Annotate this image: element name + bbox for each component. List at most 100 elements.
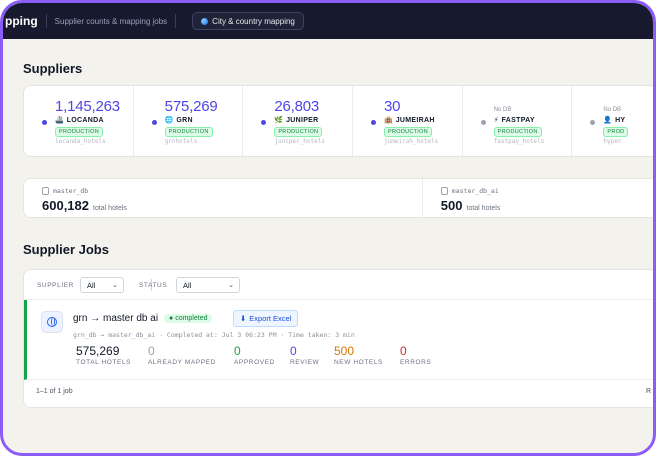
supplier-count: 26,803 — [274, 98, 320, 115]
stat-value: 0 — [290, 344, 297, 358]
supplier-card-grn[interactable]: 575,269 🌐 GRN PRODUCTION grnhotels — [134, 86, 244, 156]
stat-label: REVIEW — [290, 359, 320, 366]
supplier-name: LOCANDA — [66, 117, 104, 124]
suppliers-card: 1,145,263 🚢 LOCANDA PRODUCTION locanda_h… — [23, 85, 653, 157]
supplier-card-juniper[interactable]: 26,803 🌿 JUNIPER PRODUCTION juniper_hote… — [243, 86, 354, 156]
city-country-mapping-tab[interactable]: City & country mapping — [192, 12, 304, 30]
leaf-icon: 🌿 — [274, 117, 284, 124]
export-excel-button[interactable]: ⬇ Export Excel — [233, 310, 299, 327]
supplier-name: JUMEIRAH — [395, 117, 435, 124]
stat-label: NEW HOTELS — [334, 359, 383, 366]
supplier-table: jumeirah_hotels — [384, 138, 439, 145]
header-divider — [45, 14, 47, 28]
supplier-name: FASTPAY — [501, 117, 535, 124]
supplier-jobs-heading: Supplier Jobs — [23, 242, 109, 257]
supplier-table: fastpay_hotels — [493, 138, 545, 145]
status-dot — [42, 120, 47, 125]
supplier-count: 30 — [384, 98, 401, 115]
db-total-value: 500 — [440, 198, 463, 213]
download-icon: ⬇ — [240, 314, 247, 323]
globe-icon — [201, 17, 209, 25]
app-brand: pping — [5, 14, 38, 28]
supplier-name-row: 🚢 LOCANDA — [55, 117, 104, 124]
status-filter-label: STATUS — [139, 282, 168, 289]
ship-icon: 🚢 — [55, 117, 64, 124]
production-badge: PRODUCTION — [384, 127, 432, 137]
no-db-label: No DB — [493, 107, 512, 113]
status-badge: ● completed — [164, 314, 213, 323]
status-dot — [261, 120, 267, 125]
supplier-table: locanda_hotels — [55, 138, 106, 145]
stat-label: ALREADY MAPPED — [148, 359, 216, 366]
status-badge-text: completed — [175, 315, 208, 322]
supplier-name-row: 🏨 JUMEIRAH — [384, 117, 435, 124]
stat-value: 500 — [334, 344, 355, 358]
chevron-down-icon: ⌄ — [228, 282, 234, 289]
stat-value: 0 — [400, 344, 407, 358]
status-filter-select[interactable]: All ⌄ — [176, 277, 240, 293]
database-totals-card: master_db 600,182 total hotels master_db_… — [23, 178, 653, 218]
supplier-table: juniper_hotels — [274, 138, 325, 145]
production-badge: PRODUCTION — [55, 127, 103, 137]
job-row[interactable]: grn → master db ai ● completed ⬇ Export … — [24, 300, 653, 380]
supplier-count: 575,269 — [164, 98, 218, 115]
supplier-table: grnhotels — [164, 138, 198, 145]
app-window: pping Supplier counts & mapping jobs Cit… — [0, 0, 656, 456]
supplier-filter-label: SUPPLIER — [37, 282, 74, 289]
jobs-filters: SUPPLIER All ⌄ STATUS All ⌄ — [24, 270, 653, 300]
suppliers-heading: Suppliers — [23, 61, 83, 76]
job-meta: grn_db → master_db_ai · Completed at: Ju… — [73, 331, 355, 339]
production-badge: PRODUCTION — [493, 127, 542, 137]
db-total-suffix: total hotels — [466, 205, 501, 212]
status-dot — [371, 120, 377, 125]
stat-value: 0 — [234, 344, 241, 358]
supplier-card-hy[interactable]: No DB 👤 HY PROD hyper — [572, 86, 653, 156]
stat-approved: 0 APPROVED — [234, 344, 275, 366]
production-badge: PRODUCTION — [164, 127, 213, 137]
supplier-filter-value: All — [87, 281, 96, 290]
stat-already-mapped: 0 ALREADY MAPPED — [148, 344, 216, 366]
db-total: 500 total hotels — [441, 198, 501, 213]
supplier-filter-select[interactable]: All ⌄ — [80, 277, 124, 293]
supplier-card-fastpay[interactable]: No DB ⚡ FASTPAY PRODUCTION fastpay_hotel… — [463, 86, 573, 156]
supplier-name: HY — [615, 117, 626, 124]
supplier-table: hyper — [603, 138, 622, 145]
status-dot — [590, 120, 596, 125]
database-icon — [42, 187, 49, 195]
stat-new-hotels: 500 NEW HOTELS — [334, 344, 383, 366]
stat-label: TOTAL HOTELS — [76, 359, 132, 366]
production-badge: PROD — [603, 127, 629, 137]
stat-total-hotels: 575,269 TOTAL HOTELS — [76, 344, 131, 366]
pagination-count: 1–1 of 1 job — [36, 388, 73, 395]
supplier-name: GRN — [176, 117, 193, 124]
globe-icon — [41, 311, 63, 333]
supplier-name-row: 🌿 JUNIPER — [274, 117, 318, 124]
supplier-card-locanda[interactable]: 1,145,263 🚢 LOCANDA PRODUCTION locanda_h… — [24, 86, 134, 156]
supplier-name-row: ⚡ FASTPAY — [494, 117, 535, 124]
export-excel-label: Export Excel — [249, 314, 292, 323]
database-icon — [440, 187, 448, 195]
status-dot — [151, 120, 157, 125]
rows-per-page-control[interactable]: R — [646, 388, 651, 395]
db-master-ai: master_db_ai 500 total hotels — [423, 179, 653, 217]
stat-label: ERRORS — [400, 359, 432, 366]
lightning-icon: ⚡ — [493, 117, 499, 124]
db-label: master_db_ai — [440, 187, 499, 195]
user-icon: 👤 — [603, 117, 613, 124]
production-badge: PRODUCTION — [274, 127, 323, 137]
db-name: master_db_ai — [451, 187, 499, 195]
status-filter-value: All — [183, 281, 192, 290]
header-subtitle: Supplier counts & mapping jobs — [54, 16, 168, 26]
stat-review: 0 REVIEW — [290, 344, 319, 366]
db-total-value: 600,182 — [42, 198, 89, 213]
stat-errors: 0 ERRORS — [400, 344, 431, 366]
supplier-name: JUNIPER — [286, 117, 319, 124]
db-label: master_db — [42, 187, 88, 195]
hotel-icon: 🏨 — [384, 117, 393, 124]
globe-icon: 🌐 — [164, 117, 174, 124]
db-total: 600,182 total hotels — [42, 198, 127, 213]
tab-label: City & country mapping — [212, 16, 295, 26]
stat-label: APPROVED — [234, 359, 275, 366]
db-master: master_db 600,182 total hotels — [24, 179, 423, 217]
supplier-card-jumeirah[interactable]: 30 🏨 JUMEIRAH PRODUCTION jumeirah_hotels — [353, 86, 463, 156]
